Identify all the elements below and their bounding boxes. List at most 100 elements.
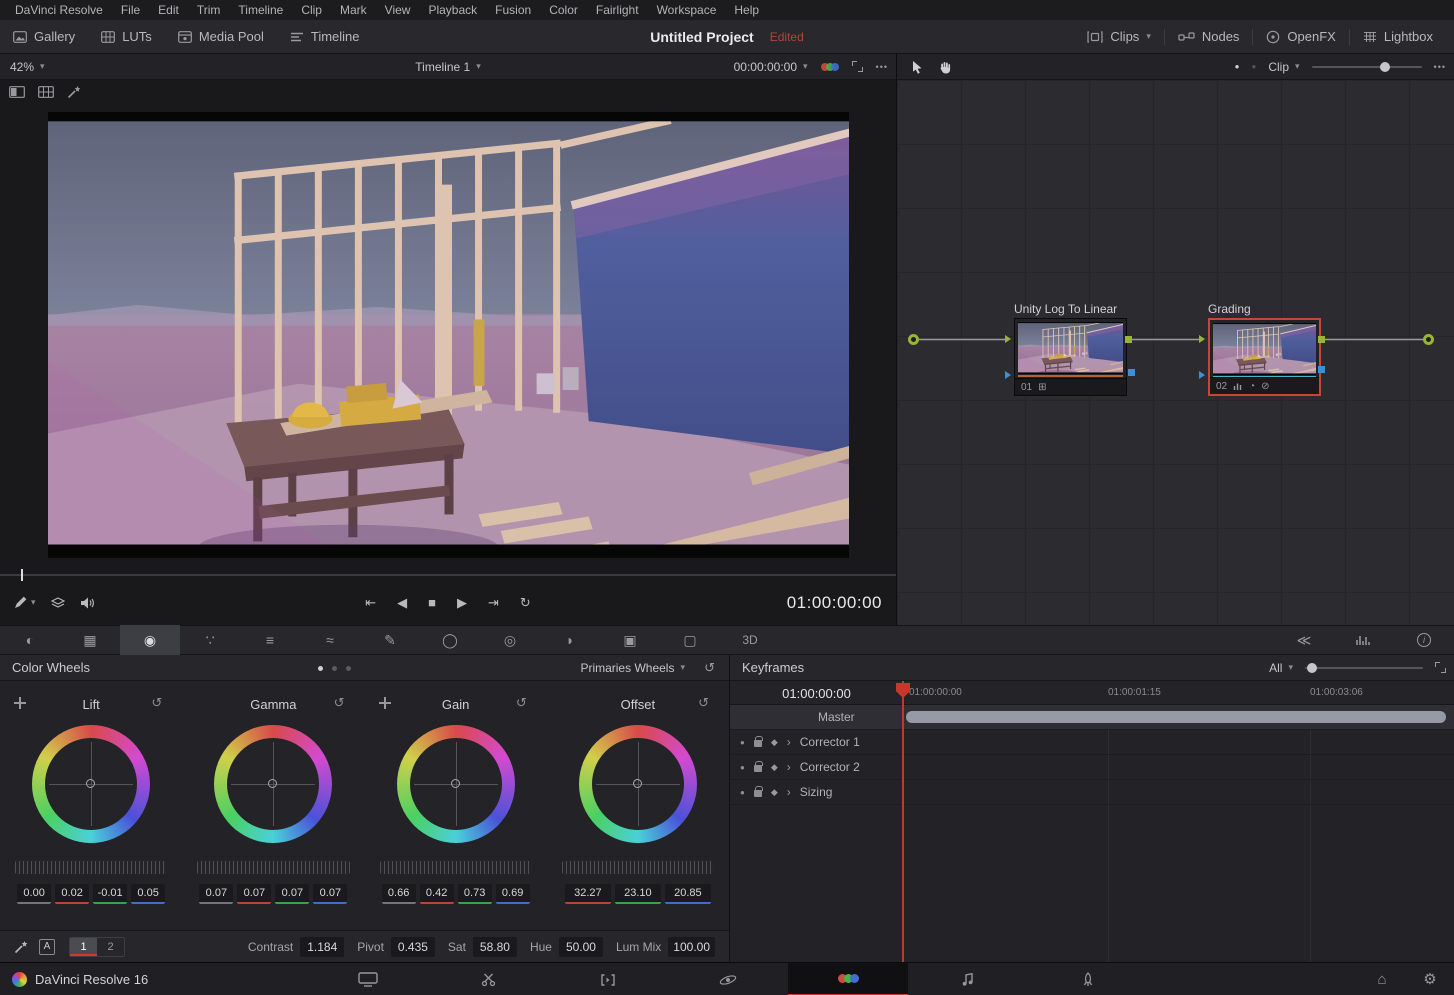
- clips-button[interactable]: Clips ▾: [1074, 20, 1163, 53]
- track-sizing[interactable]: ● ◆ › Sizing: [730, 780, 1454, 805]
- lock-icon[interactable]: [754, 740, 762, 747]
- page-color-button[interactable]: [788, 963, 908, 995]
- keyframes-zoom-slider[interactable]: [1305, 667, 1423, 669]
- expand-track-icon[interactable]: ›: [787, 760, 791, 774]
- play-button[interactable]: ▶: [457, 595, 467, 611]
- page-media-button[interactable]: [308, 963, 428, 995]
- node1-key-input[interactable]: [1005, 371, 1011, 379]
- page-fairlight-button[interactable]: [908, 963, 1028, 995]
- project-settings-gear-button[interactable]: ⚙: [1406, 963, 1454, 995]
- video-preview[interactable]: [48, 112, 849, 558]
- motion-effects-icon[interactable]: ≡: [240, 625, 300, 655]
- menu-color[interactable]: Color: [540, 0, 587, 20]
- menu-workspace[interactable]: Workspace: [648, 0, 726, 20]
- split-screen-icon[interactable]: ≪: [1274, 625, 1334, 655]
- color-wheels-icon[interactable]: ◉: [120, 625, 180, 655]
- menu-playback[interactable]: Playback: [419, 0, 486, 20]
- go-to-start-button[interactable]: ⇤: [365, 595, 376, 611]
- viewer-options-menu[interactable]: •••: [876, 62, 888, 72]
- source-input-dot[interactable]: [908, 334, 919, 345]
- gamma-value-g[interactable]: 0.07: [275, 884, 309, 904]
- node1-key-output[interactable]: [1128, 369, 1135, 376]
- timeline-button[interactable]: Timeline: [277, 20, 373, 53]
- gain-wheel[interactable]: [397, 725, 515, 843]
- offset-value-g[interactable]: 23.10: [615, 884, 661, 904]
- offset-reset-button[interactable]: ↺: [698, 695, 709, 711]
- lift-value-r[interactable]: 0.02: [55, 884, 89, 904]
- menu-mark[interactable]: Mark: [331, 0, 376, 20]
- node2-key-output[interactable]: [1318, 366, 1325, 373]
- keyframes-filter-select[interactable]: All ▾: [1269, 661, 1293, 675]
- viewer-scrub-bar[interactable]: [0, 574, 896, 576]
- gamma-wheel[interactable]: [214, 725, 332, 843]
- gain-value-r[interactable]: 0.42: [420, 884, 454, 904]
- menu-file[interactable]: File: [112, 0, 149, 20]
- track-enable-icon[interactable]: ●: [740, 738, 745, 747]
- stereo-3d-icon[interactable]: 3D: [720, 625, 780, 655]
- keyframe-diamond-icon[interactable]: ◆: [771, 787, 778, 798]
- node1-rgb-input[interactable]: [1005, 335, 1011, 343]
- offset-value-b[interactable]: 20.85: [665, 884, 711, 904]
- expand-viewer-icon[interactable]: [852, 61, 863, 72]
- key-icon[interactable]: ▣: [600, 625, 660, 655]
- keyframe-diamond-icon[interactable]: ◆: [771, 762, 778, 773]
- offset-wheel[interactable]: [579, 725, 697, 843]
- track-enable-icon[interactable]: ●: [740, 763, 745, 772]
- enhanced-viewer-wand-icon[interactable]: [67, 85, 82, 99]
- node-options-menu[interactable]: •••: [1434, 62, 1446, 72]
- color-match-icon[interactable]: ▦: [60, 625, 120, 655]
- page-edit-button[interactable]: [548, 963, 668, 995]
- node-tree-output-dot[interactable]: [1423, 334, 1434, 345]
- node-view-select[interactable]: Clip ▾: [1268, 60, 1299, 74]
- node-zoom-slider[interactable]: [1312, 66, 1422, 68]
- page-cut-button[interactable]: [428, 963, 548, 995]
- menu-fairlight[interactable]: Fairlight: [587, 0, 648, 20]
- project-manager-home-button[interactable]: ⌂: [1358, 963, 1406, 995]
- track-master[interactable]: Master: [730, 705, 1454, 730]
- curves-icon[interactable]: ≈: [300, 625, 360, 655]
- hue-value[interactable]: 50.00: [559, 937, 603, 957]
- auto-color-button[interactable]: A: [39, 939, 55, 955]
- gain-master-slider[interactable]: [380, 861, 532, 874]
- gain-value-b[interactable]: 0.69: [496, 884, 530, 904]
- tracker-icon[interactable]: ◎: [480, 625, 540, 655]
- track-corrector-2[interactable]: ● ◆ › Corrector 2: [730, 755, 1454, 780]
- keyframes-expand-icon[interactable]: [1435, 662, 1446, 673]
- gamma-master-slider[interactable]: [197, 861, 349, 874]
- loop-button[interactable]: ↻: [520, 595, 531, 611]
- gallery-button[interactable]: Gallery: [0, 20, 88, 53]
- keyframes-playhead[interactable]: [902, 681, 904, 962]
- split-view-icon[interactable]: [9, 86, 25, 98]
- power-windows-icon[interactable]: ◯: [420, 625, 480, 655]
- gamma-value-b[interactable]: 0.07: [313, 884, 347, 904]
- node1-rgb-output[interactable]: [1125, 336, 1132, 343]
- node-zoom-slider-thumb[interactable]: [1380, 62, 1390, 72]
- sizing-icon[interactable]: ▢: [660, 625, 720, 655]
- node2-rgb-input[interactable]: [1199, 335, 1205, 343]
- gain-value-g[interactable]: 0.73: [458, 884, 492, 904]
- lock-icon[interactable]: [754, 790, 762, 797]
- lift-reset-button[interactable]: ↺: [151, 695, 162, 711]
- wheel-page-dots[interactable]: [318, 666, 351, 671]
- select-cursor-icon[interactable]: [911, 60, 923, 74]
- keyframes-zoom-thumb[interactable]: [1307, 663, 1317, 673]
- page-deliver-button[interactable]: [1028, 963, 1148, 995]
- qualifier-icon[interactable]: ✎: [360, 625, 420, 655]
- lift-value-y[interactable]: 0.00: [17, 884, 51, 904]
- gamma-reset-button[interactable]: ↺: [334, 695, 345, 711]
- wheels-mode-select[interactable]: Primaries Wheels ▾: [580, 655, 685, 680]
- offset-master-slider[interactable]: [562, 861, 714, 874]
- track-master-bar[interactable]: [906, 711, 1446, 723]
- gain-reset-button[interactable]: ↺: [516, 695, 527, 711]
- grid-view-icon[interactable]: [38, 86, 54, 98]
- node2[interactable]: 02 ◔ ⊘: [1208, 318, 1321, 396]
- node1[interactable]: 01 ⊞: [1014, 318, 1127, 396]
- stop-button[interactable]: ■: [428, 595, 436, 610]
- step-back-button[interactable]: ◀: [397, 595, 407, 611]
- blur-icon[interactable]: ◗: [540, 625, 600, 655]
- offset-value-r[interactable]: 32.27: [565, 884, 611, 904]
- openfx-button[interactable]: OpenFX: [1253, 20, 1348, 53]
- color-viewer-mode-icon[interactable]: [821, 63, 839, 71]
- lift-value-g[interactable]: -0.01: [93, 884, 127, 904]
- menu-view[interactable]: View: [376, 0, 420, 20]
